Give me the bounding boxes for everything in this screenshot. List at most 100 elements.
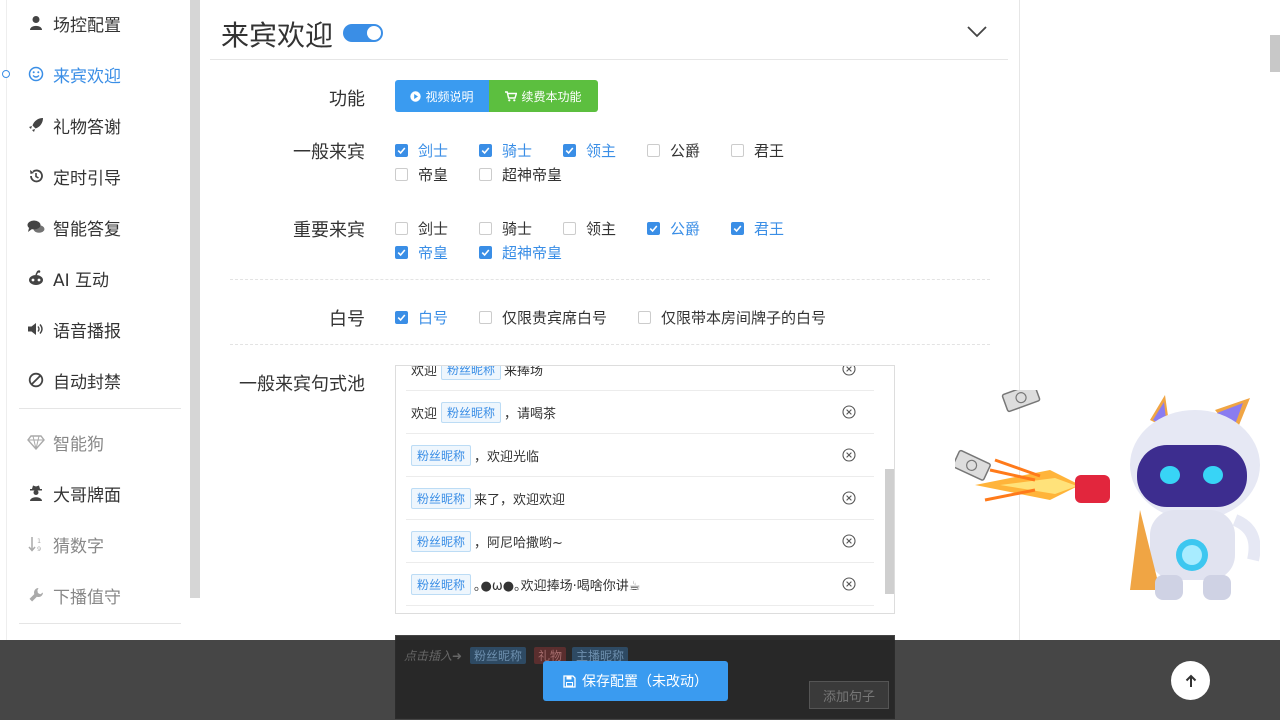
sidebar-item-big-brother[interactable]: 大哥牌面 <box>7 473 191 513</box>
remove-phrase-icon[interactable] <box>842 534 856 548</box>
vip-guests-checkbox[interactable]: 领主 <box>563 218 616 238</box>
checkbox-box[interactable] <box>395 167 408 181</box>
sidebar-item-smart-dog[interactable]: 智能狗 <box>7 422 191 462</box>
checkbox-box[interactable] <box>731 221 744 235</box>
sidebar-item-label: 礼物答谢 <box>53 117 121 138</box>
sidebar-item-label: 智能狗 <box>53 434 104 455</box>
smile-icon <box>27 65 45 83</box>
phrase-text-after: 来捧场 <box>504 365 544 379</box>
phrase-row: 欢迎 粉丝昵称 来捧场 <box>406 365 874 391</box>
insert-tag-fan-nickname[interactable]: 粉丝昵称 <box>470 647 527 664</box>
sidebar-item-timed-guide[interactable]: 定时引导 <box>7 156 191 196</box>
sidebar-item-scene-control[interactable]: 场控配置 <box>7 3 191 43</box>
chevron-down-icon[interactable] <box>966 20 988 42</box>
checkbox-box[interactable] <box>479 245 492 259</box>
section-divider <box>230 344 990 345</box>
phrase-text-before: 欢迎 <box>411 406 438 422</box>
sort-numeric-icon: 19 <box>27 535 45 553</box>
checkbox-box[interactable] <box>395 245 408 259</box>
fan-nickname-tag: 粉丝昵称 <box>441 401 502 423</box>
remove-phrase-icon[interactable] <box>842 405 856 419</box>
checkbox-label: 仅限带本房间牌子的白号 <box>661 308 827 327</box>
comments-icon <box>27 218 45 236</box>
phrase-pool-scrollbar[interactable] <box>885 469 894 594</box>
remove-phrase-icon[interactable] <box>842 577 856 591</box>
phrase-text-after: 来了，欢迎欢迎 <box>474 492 566 508</box>
vip-guests-checkbox[interactable]: 超神帝皇 <box>479 242 562 262</box>
phrase-row: 粉丝昵称 来了，欢迎欢迎 <box>406 477 874 520</box>
active-indicator-dot <box>2 70 10 78</box>
white-name-checkbox[interactable]: 仅限贵宾席白号 <box>479 307 607 327</box>
back-to-top-button[interactable] <box>1171 661 1210 700</box>
sidebar-scrollbar[interactable] <box>190 0 200 598</box>
checkbox-box[interactable] <box>395 310 408 324</box>
checkbox-box[interactable] <box>479 310 492 324</box>
fan-nickname-tag: 粉丝昵称 <box>411 573 472 595</box>
remove-phrase-icon[interactable] <box>842 448 856 462</box>
checkbox-box[interactable] <box>479 143 492 157</box>
sidebar-item-label: 大哥牌面 <box>53 485 121 506</box>
checkbox-box[interactable] <box>731 143 744 157</box>
sidebar-item-offline-watch[interactable]: 下播值守 <box>7 575 191 615</box>
normal-guests-checkbox[interactable]: 帝皇 <box>395 164 448 184</box>
app-root: 场控配置 来宾欢迎 礼物答谢 定时引导 智能答复 AI 互动 语音播报 自动封禁… <box>0 0 1280 720</box>
checkbox-label: 领主 <box>586 219 617 238</box>
sidebar-item-guest-welcome[interactable]: 来宾欢迎 <box>7 54 191 94</box>
checkbox-label: 公爵 <box>670 219 701 238</box>
remove-phrase-icon[interactable] <box>842 366 856 376</box>
save-config-button[interactable]: 保存配置（未改动） <box>543 661 728 701</box>
add-sentence-button[interactable]: 添加句子 <box>809 681 889 709</box>
vip-guests-label: 重要来宾 <box>293 220 365 241</box>
normal-guests-checkbox[interactable]: 剑士 <box>395 140 448 160</box>
header-divider <box>210 59 1008 60</box>
sidebar-item-auto-ban[interactable]: 自动封禁 <box>7 360 191 400</box>
sidebar-item-guess-number[interactable]: 19 猜数字 <box>7 524 191 564</box>
vip-guests-checkbox[interactable]: 骑士 <box>479 218 532 238</box>
page-scrollbar[interactable] <box>1270 35 1280 72</box>
checkbox-label: 君王 <box>754 141 785 160</box>
phrase-row: 欢迎 粉丝昵称 ，请喝茶 <box>406 391 874 434</box>
checkbox-box[interactable] <box>395 221 408 235</box>
normal-guests-checkbox[interactable]: 骑士 <box>479 140 532 160</box>
normal-guests-checkbox[interactable]: 领主 <box>563 140 616 160</box>
checkbox-box[interactable] <box>479 221 492 235</box>
sidebar-item-smart-reply[interactable]: 智能答复 <box>7 207 191 247</box>
fan-nickname-tag: 粉丝昵称 <box>411 487 472 509</box>
robot-icon <box>27 269 45 287</box>
checkbox-box[interactable] <box>479 167 492 181</box>
checkbox-label: 公爵 <box>670 141 701 160</box>
phrase-row: 粉丝昵称 ｡●ω●｡欢迎捧场·喝啥你讲☕ <box>406 563 874 606</box>
sidebar-divider <box>19 623 181 624</box>
save-config-label: 保存配置（未改动） <box>582 674 708 690</box>
enable-toggle[interactable] <box>343 24 383 42</box>
vip-guests-checkbox[interactable]: 公爵 <box>647 218 700 238</box>
normal-guests-checkbox[interactable]: 超神帝皇 <box>479 164 562 184</box>
arrow-up-icon <box>1185 674 1196 687</box>
white-name-checkbox[interactable]: 仅限带本房间牌子的白号 <box>638 307 826 327</box>
vip-guests-checkbox[interactable]: 帝皇 <box>395 242 448 262</box>
white-name-checkbox[interactable]: 白号 <box>395 307 448 327</box>
renew-function-button[interactable]: 续费本功能 <box>489 80 598 112</box>
sidebar-item-label: 自动封禁 <box>53 372 121 393</box>
checkbox-label: 帝皇 <box>418 243 449 262</box>
remove-phrase-icon[interactable] <box>842 491 856 505</box>
sidebar-item-ai-interaction[interactable]: AI 互动 <box>7 258 191 298</box>
checkbox-box[interactable] <box>647 143 660 157</box>
checkbox-box[interactable] <box>638 310 651 324</box>
ban-icon <box>27 371 45 389</box>
vip-guests-checkbox[interactable]: 君王 <box>731 218 784 238</box>
sidebar-item-gift-thanks[interactable]: 礼物答谢 <box>7 105 191 145</box>
vip-guests-checkbox[interactable]: 剑士 <box>395 218 448 238</box>
video-guide-label: 视频说明 <box>425 89 474 104</box>
section-divider <box>230 279 990 280</box>
normal-guests-checkbox[interactable]: 君王 <box>731 140 784 160</box>
normal-guests-checkbox[interactable]: 公爵 <box>647 140 700 160</box>
checkbox-box[interactable] <box>563 221 576 235</box>
video-guide-button[interactable]: 视频说明 <box>395 80 489 112</box>
sidebar-item-voice-broadcast[interactable]: 语音播报 <box>7 309 191 349</box>
checkbox-box[interactable] <box>395 143 408 157</box>
checkbox-box[interactable] <box>563 143 576 157</box>
checkbox-label: 白号 <box>418 308 449 327</box>
wrench-icon <box>27 586 45 604</box>
checkbox-box[interactable] <box>647 221 660 235</box>
